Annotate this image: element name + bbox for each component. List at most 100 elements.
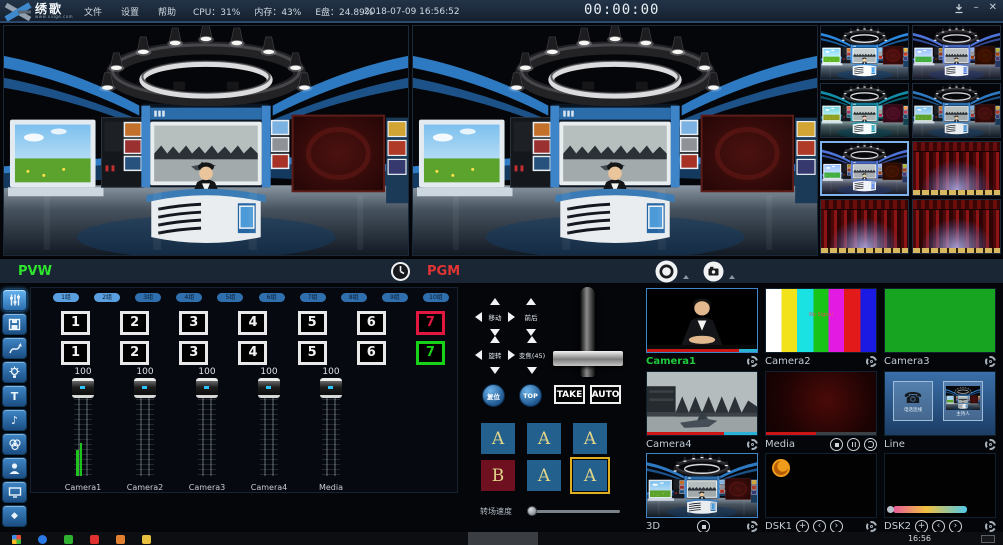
close-button[interactable]: ✕ [989,2,997,14]
pgm-cam-1[interactable]: 1 [61,311,90,335]
reset-button[interactable]: 复位 [482,384,505,407]
taskbar-folder-icon[interactable] [142,535,151,544]
menu-file[interactable]: 文件 [84,5,102,18]
group-tab-1[interactable]: 1组 [53,293,79,302]
pvw-cam-6[interactable]: 6 [357,341,386,365]
taskbar-tray-icon[interactable] [981,535,995,543]
transition-speed-knob[interactable] [527,506,537,516]
source-dsk1-thumb[interactable] [765,453,877,518]
snapshot-button[interactable] [703,261,724,286]
pgm-monitor[interactable] [412,25,818,256]
scene-thumbnail-4[interactable] [912,83,1001,138]
snapshot-dropdown-icon[interactable] [729,275,735,279]
ab-cell-4[interactable]: B [481,460,515,491]
volume-slider[interactable] [71,378,95,478]
taskbar-orange-app-icon[interactable] [116,535,125,544]
sidebar-item-audio[interactable]: ♪ [2,409,27,431]
source-camera4-thumb[interactable] [646,371,758,436]
top-button[interactable]: TOP [519,384,542,407]
scene-thumbnail-3[interactable] [820,83,909,138]
transition-speed-track[interactable] [530,510,620,513]
ab-cell-5[interactable]: A [527,460,561,491]
slider-handle[interactable] [258,378,280,398]
sidebar-item-character[interactable] [2,457,27,479]
ab-cell-3[interactable]: A [573,423,607,454]
pin-icon[interactable] [954,3,964,14]
sidebar-item-monitor[interactable] [2,481,27,503]
scene-thumbnail-7-curtain[interactable] [820,199,909,254]
pvw-cam-4[interactable]: 4 [238,341,267,365]
source-line-thumb[interactable]: ☎ 电话连线 主持人 [884,371,996,436]
pgm-cam-3[interactable]: 3 [179,311,208,335]
dsk1-settings-gear-icon[interactable] [866,521,877,532]
pvw-cam-2[interactable]: 2 [120,341,149,365]
taskbar-green-app-icon[interactable] [64,535,73,544]
taskbar-active-window[interactable] [468,532,538,545]
camera1-settings-gear-icon[interactable] [747,356,758,367]
sidebar-item-light[interactable] [2,361,27,383]
group-tab-6[interactable]: 6组 [259,293,285,302]
record-button[interactable] [655,260,678,287]
sidebar-item-path[interactable] [2,337,27,359]
tbar-handle[interactable] [553,351,623,366]
rotate-left-arrow[interactable] [475,350,482,360]
source-camera2-thumb[interactable]: No Signal [765,288,877,353]
slider-handle[interactable] [72,378,94,398]
sidebar-item-object[interactable]: ◆ [2,505,27,527]
scene-thumbnail-6-curtain[interactable] [912,141,1001,196]
group-tab-5[interactable]: 5组 [217,293,243,302]
pvw-cam-5[interactable]: 5 [298,341,327,365]
volume-slider[interactable] [195,378,219,478]
ab-cell-6-selected[interactable]: A [573,460,607,491]
3d-settings-gear-icon[interactable] [747,521,758,532]
slider-handle[interactable] [320,378,342,398]
camera3-settings-gear-icon[interactable] [985,356,996,367]
move-up-arrow[interactable] [490,298,500,305]
scene-thumbnail-1[interactable] [820,25,909,80]
source-3d-thumb[interactable] [646,453,758,518]
media-pause-button[interactable] [847,438,860,451]
menu-help[interactable]: 帮助 [158,5,176,18]
zoom-in-arrow[interactable] [527,336,537,343]
move-left-arrow[interactable] [475,312,482,322]
group-tab-7[interactable]: 7组 [300,293,326,302]
dsk2-settings-gear-icon[interactable] [985,521,996,532]
camera2-settings-gear-icon[interactable] [866,356,877,367]
volume-slider[interactable] [133,378,157,478]
media-loop-button[interactable] [864,438,877,451]
sidebar-item-save[interactable] [2,313,27,335]
source-dsk2-thumb[interactable] [884,453,996,518]
pgm-cam-6[interactable]: 6 [357,311,386,335]
rotate-down-arrow[interactable] [490,367,500,374]
group-tab-3[interactable]: 3组 [135,293,161,302]
move-down-arrow[interactable] [490,329,500,336]
sidebar-item-layers[interactable] [2,433,27,455]
group-tab-4[interactable]: 4组 [176,293,202,302]
move-right-arrow[interactable] [508,312,515,322]
slider-handle[interactable] [196,378,218,398]
pgm-cam-7[interactable]: 7 [416,311,445,335]
group-tab-9[interactable]: 9组 [382,293,408,302]
source-camera3-thumb[interactable] [884,288,996,353]
minimize-button[interactable]: – [974,2,979,14]
volume-slider[interactable] [257,378,281,478]
pvw-monitor[interactable] [3,25,409,256]
take-button[interactable]: TAKE [554,385,585,404]
sidebar-item-mixer[interactable] [2,289,27,311]
countdown-clock-button[interactable] [390,261,411,286]
auto-button[interactable]: AUTO [590,385,621,404]
media-stop-button[interactable] [830,438,843,451]
ab-cell-2[interactable]: A [527,423,561,454]
sidebar-item-text[interactable]: T [2,385,27,407]
pgm-cam-4[interactable]: 4 [238,311,267,335]
group-tab-10[interactable]: 10组 [423,293,449,302]
group-tab-8[interactable]: 8组 [341,293,367,302]
scene-thumbnail-2[interactable] [912,25,1001,80]
line-settings-gear-icon[interactable] [985,439,996,450]
pgm-cam-2[interactable]: 2 [120,311,149,335]
taskbar-browser-icon[interactable] [38,535,47,544]
slider-handle[interactable] [134,378,156,398]
source-camera1-thumb[interactable] [646,288,758,353]
group-tab-2[interactable]: 2组 [94,293,120,302]
pvw-cam-1[interactable]: 1 [61,341,90,365]
